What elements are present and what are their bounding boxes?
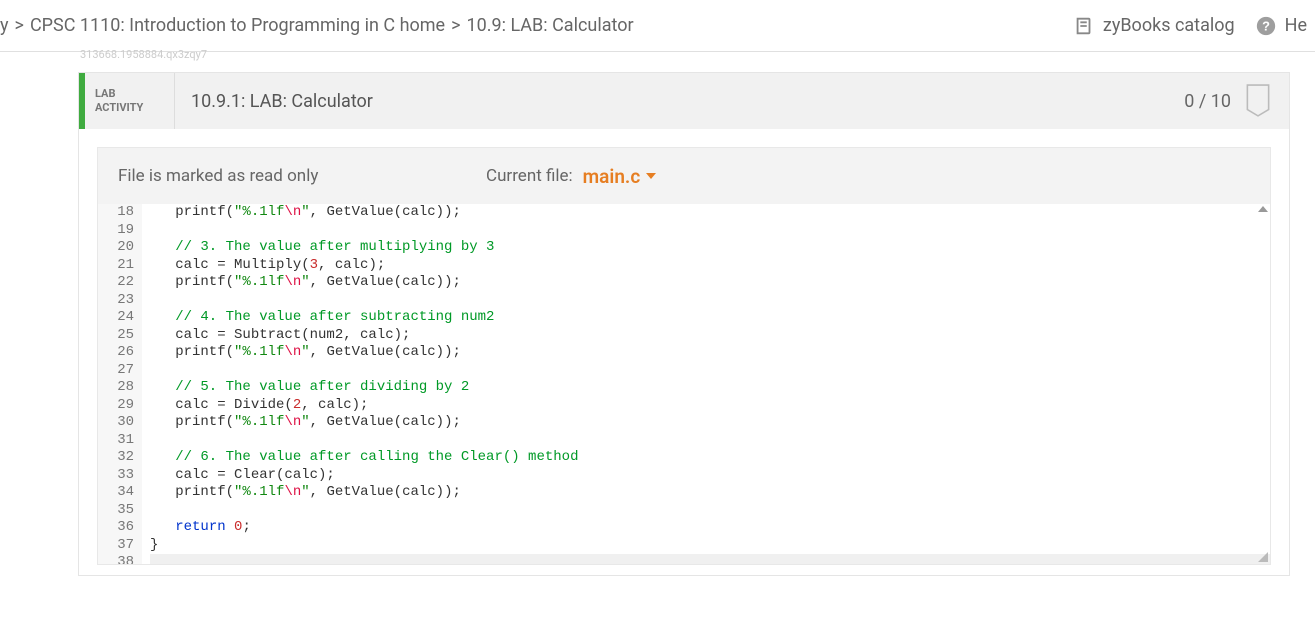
line-number: 26 (98, 344, 134, 362)
activity-header: LAB ACTIVITY 10.9.1: LAB: Calculator 0 /… (79, 73, 1289, 129)
line-number: 35 (98, 502, 134, 520)
readonly-message: File is marked as read only (118, 166, 478, 186)
code-line: } (150, 537, 1270, 555)
ghost-id: 313668.1958884.qx3zqy7 (80, 48, 207, 61)
svg-text:?: ? (1262, 18, 1270, 33)
book-icon (1073, 15, 1095, 37)
code-line: printf("%.1lf\n", GetValue(calc)); (150, 414, 1270, 432)
breadcrumb-root[interactable]: y (0, 15, 9, 36)
activity-type-line1: LAB (95, 87, 174, 101)
line-number: 19 (98, 222, 134, 240)
catalog-link[interactable]: zyBooks catalog (1073, 15, 1235, 37)
line-number: 31 (98, 432, 134, 450)
line-number: 29 (98, 397, 134, 415)
current-file-label: Current file: (486, 166, 573, 186)
line-gutter: 1819202122232425262728293031323334353637… (98, 204, 142, 564)
code-line: calc = Subtract(num2, calc); (150, 327, 1270, 345)
breadcrumb-sep: > (451, 15, 460, 36)
line-number: 25 (98, 327, 134, 345)
catalog-label: zyBooks catalog (1103, 15, 1235, 36)
activity-score: 0 / 10 (1184, 91, 1231, 112)
line-number: 28 (98, 379, 134, 397)
breadcrumb: y > CPSC 1110: Introduction to Programmi… (0, 15, 1073, 36)
line-number: 21 (98, 257, 134, 275)
line-number: 22 (98, 274, 134, 292)
breadcrumb-course[interactable]: CPSC 1110: Introduction to Programming i… (30, 15, 445, 36)
code-line: calc = Multiply(3, calc); (150, 257, 1270, 275)
scroll-up-icon[interactable] (1258, 206, 1268, 212)
code-editor[interactable]: 1819202122232425262728293031323334353637… (98, 204, 1270, 564)
code-line: calc = Clear(calc); (150, 467, 1270, 485)
line-number: 38 (98, 554, 134, 564)
activity-type-label: LAB ACTIVITY (85, 73, 175, 129)
activity-body: File is marked as read only Current file… (79, 129, 1289, 575)
line-number: 33 (98, 467, 134, 485)
line-number: 34 (98, 484, 134, 502)
code-line (150, 292, 1270, 310)
code-line: printf("%.1lf\n", GetValue(calc)); (150, 344, 1270, 362)
activity-score-area: 0 / 10 (1184, 73, 1289, 129)
code-line: // 3. The value after multiplying by 3 (150, 239, 1270, 257)
bookmark-icon[interactable] (1245, 84, 1271, 118)
code-line (150, 554, 1270, 564)
code-line (150, 362, 1270, 380)
line-number: 27 (98, 362, 134, 380)
code-line: printf("%.1lf\n", GetValue(calc)); (150, 274, 1270, 292)
code-line: // 4. The value after subtracting num2 (150, 309, 1270, 327)
line-number: 36 (98, 519, 134, 537)
activity-title: 10.9.1: LAB: Calculator (175, 73, 1184, 129)
code-line (150, 222, 1270, 240)
chevron-down-icon (646, 173, 656, 179)
code-line (150, 432, 1270, 450)
code-line: calc = Divide(2, calc); (150, 397, 1270, 415)
code-line: printf("%.1lf\n", GetValue(calc)); (150, 204, 1270, 222)
line-number: 24 (98, 309, 134, 327)
current-file-dropdown[interactable]: main.c (583, 165, 657, 188)
help-icon: ? (1255, 15, 1277, 37)
line-number: 37 (98, 537, 134, 555)
code-area: printf("%.1lf\n", GetValue(calc)); // 3.… (142, 204, 1270, 564)
resize-handle-icon[interactable] (1256, 550, 1268, 562)
breadcrumb-sep: > (15, 15, 24, 36)
line-number: 20 (98, 239, 134, 257)
editor-wrap: File is marked as read only Current file… (97, 147, 1271, 565)
help-label: He (1285, 15, 1307, 36)
code-line: // 5. The value after dividing by 2 (150, 379, 1270, 397)
current-file-name: main.c (583, 165, 641, 188)
line-number: 23 (98, 292, 134, 310)
top-nav: y > CPSC 1110: Introduction to Programmi… (0, 0, 1315, 52)
code-line (150, 502, 1270, 520)
line-number: 32 (98, 449, 134, 467)
line-number: 18 (98, 204, 134, 222)
editor-toolbar: File is marked as read only Current file… (98, 148, 1270, 204)
line-number: 30 (98, 414, 134, 432)
activity-type-line2: ACTIVITY (95, 101, 174, 115)
help-link[interactable]: ? He (1255, 15, 1307, 37)
code-line: printf("%.1lf\n", GetValue(calc)); (150, 484, 1270, 502)
nav-right: zyBooks catalog ? He (1073, 15, 1315, 37)
breadcrumb-section[interactable]: 10.9: LAB: Calculator (467, 15, 634, 36)
activity-card: LAB ACTIVITY 10.9.1: LAB: Calculator 0 /… (78, 72, 1290, 576)
code-line: // 6. The value after calling the Clear(… (150, 449, 1270, 467)
code-line: return 0; (150, 519, 1270, 537)
